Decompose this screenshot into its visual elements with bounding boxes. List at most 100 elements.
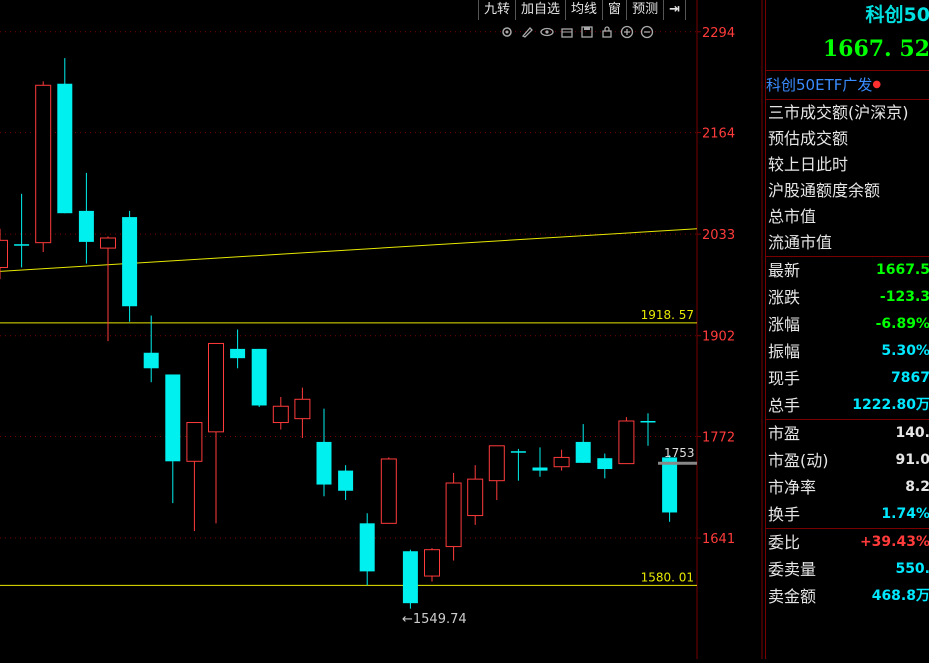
stat-value: -6.89% [875,316,929,332]
candle-body [57,83,73,214]
stat-label: 市净率 [768,478,817,497]
stat-label: 最新 [768,261,801,280]
stats-group-1: 最新 1667.5 涨跌 -123.3 涨幅 -6.89% 振幅 5.30% 现手 7867 总手 1… [766,256,929,419]
candle-body [78,210,94,242]
y-tick-label: 1772 [702,430,735,445]
candle-body [575,441,591,463]
kline-svg[interactable]: 2294 2164 2033 1902 1772 1641 1918. 57 1580. 01… [0,0,765,659]
info-line: 流通市值 [768,233,833,252]
candle-body [35,84,52,244]
stat-label: 涨幅 [768,315,801,334]
candle-body [251,348,267,406]
info-line: 较上日此时 [768,155,849,174]
info-line: 总市值 [768,207,817,226]
chart-icon[interactable] [560,25,574,39]
candle-body [100,237,116,249]
info-line: 沪股通额度余额 [768,181,881,200]
info-line: 三市成交额(沪深京) [768,103,909,122]
stat-row: 涨幅 -6.89% [766,311,929,338]
candle-body [14,244,30,246]
stat-row: 最新 1667.5 [766,257,929,284]
candle-body [510,451,526,453]
candle-body [186,422,203,462]
quote-panel: 科创50 1667. 52 科创50ETF广发● 三市成交额(沪深京) 预估成交… [765,0,929,659]
stat-row: 委比 +39.43% [766,529,929,556]
chart-toolbar: 九转 加自选 均线 窗 预测 ⇥ [478,0,686,20]
stat-row: 换手 1.74% [766,501,929,528]
candle-body [0,239,8,268]
candle-body [338,470,354,491]
candle-body [122,217,138,307]
stat-value: 91.0 [895,452,929,468]
stat-row: 总手 1222.80万 [766,392,929,419]
save-icon[interactable] [580,25,594,39]
toolbar-window-button[interactable]: 窗 [603,0,628,20]
candle-body [618,420,635,465]
stat-value: 1222.80万 [852,397,929,413]
low-price-marker: ←1549.74 [402,612,467,627]
candle-body [208,342,224,433]
stat-row: 市净率 8.2 [766,474,929,501]
stat-row: 现手 7867 [766,365,929,392]
kline-chart[interactable]: 2294 2164 2033 1902 1772 1641 1918. 57 1580. 01… [0,0,763,659]
candle-body [380,458,397,524]
stat-value: 1.74% [881,506,929,522]
stat-row: 委卖量 550. [766,556,929,583]
eye-icon[interactable] [540,25,554,39]
candle-body [359,523,375,572]
candle-body [316,441,332,485]
candle-body [445,482,462,548]
stat-value: 468.8万 [871,588,929,604]
lock-icon[interactable] [600,25,614,39]
stat-value: 550. [895,561,929,577]
stat-row: 涨跌 -123.3 [766,284,929,311]
zoom-in-icon[interactable] [620,25,634,39]
toolbar-add-watchlist-button[interactable]: 加自选 [516,0,567,20]
candle-body [532,467,548,471]
stat-row: 卖金额 468.8万 [766,583,929,610]
stat-value: -123.3 [879,289,929,305]
chart-tool-icons [500,25,654,39]
toolbar-moving-average-button[interactable]: 均线 [566,0,604,20]
draw-icon[interactable] [520,25,534,39]
stats-group-2: 市盈 140. 市盈(动) 91.0 市净率 8.2 换手 1.74% [766,419,929,528]
toolbar-forecast-button[interactable]: 预测 [627,0,665,20]
candle-body [488,445,505,482]
candle-body [662,457,678,513]
stat-label: 涨跌 [768,288,801,307]
stat-row: 市盈 140. [766,420,929,447]
stat-row: 振幅 5.30% [766,338,929,365]
y-tick-label: 2033 [702,228,735,243]
stat-label: 振幅 [768,342,801,361]
info-lines: 三市成交额(沪深京) 预估成交额 较上日此时 沪股通额度余额 总市值 流通市值 [766,100,929,256]
candle-body [272,405,289,424]
candle-body [230,348,246,359]
y-tick-label: 1641 [702,532,735,547]
stat-value: 5.30% [881,343,929,359]
settings-icon[interactable] [500,25,514,39]
stat-label: 市盈(动) [768,451,829,470]
candle-body [597,458,613,470]
related-etf-link[interactable]: 科创50ETF广发● [766,70,929,100]
zoom-out-icon[interactable] [640,25,654,39]
stat-value: 8.2 [905,479,929,495]
support-line-label: 1580. 01 [641,570,694,584]
stat-value: 140. [895,425,929,441]
candle-body [143,352,159,369]
stat-row: 市盈(动) 91.0 [766,447,929,474]
index-price: 1667. 52 [822,36,929,62]
pin-icon[interactable]: ⇥ [664,0,686,20]
candle-body [294,398,311,420]
toolbar-jiuzhuan-button[interactable]: 九转 [479,0,517,20]
y-tick-label: 2294 [702,26,735,41]
candle-body [467,478,484,517]
y-tick-label: 2164 [702,127,735,142]
candle-body [402,551,418,604]
y-tick-label: 1902 [702,330,735,345]
candle-body [640,420,656,423]
stat-label: 委卖量 [768,560,817,579]
stat-value: 1667.5 [875,262,929,278]
stat-label: 市盈 [768,424,801,443]
stats-group-3: 委比 +39.43% 委卖量 550. 卖金额 468.8万 [766,528,929,610]
related-etf-label: 科创50ETF广发 [766,76,873,94]
